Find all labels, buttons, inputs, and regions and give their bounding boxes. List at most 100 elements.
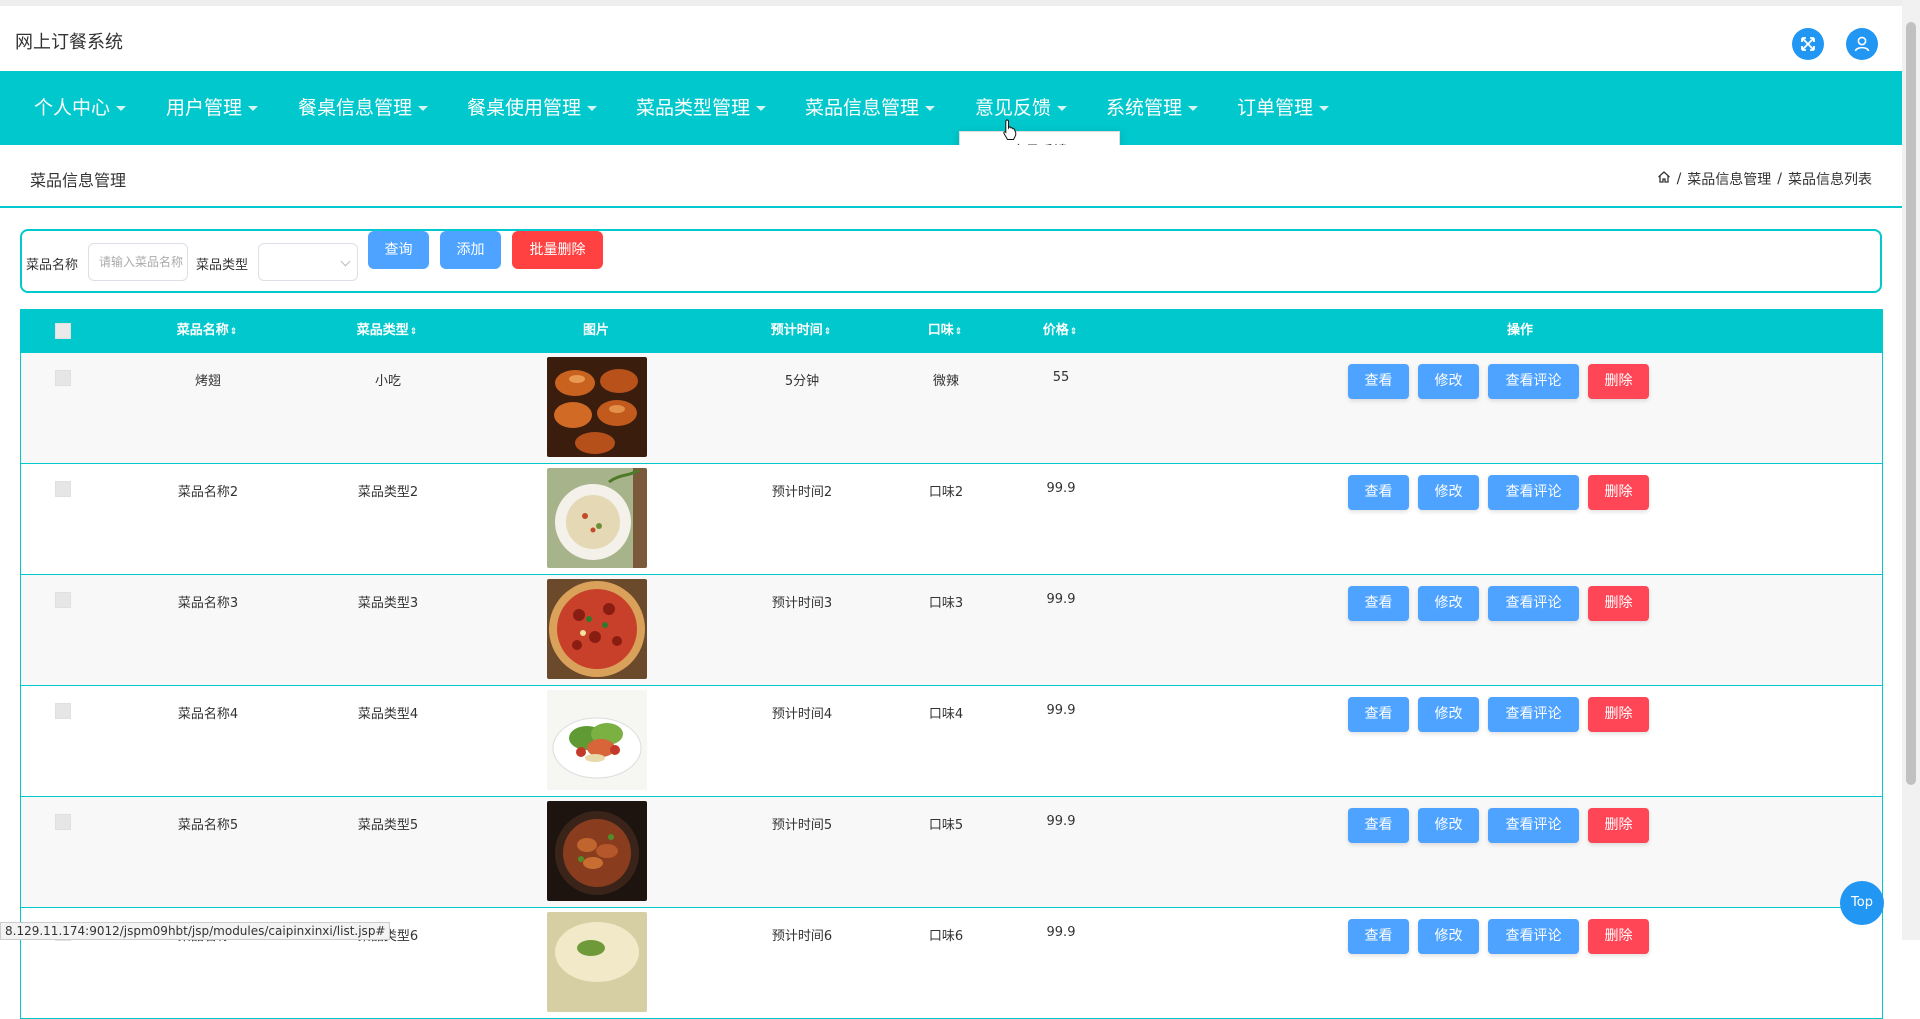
edit-button[interactable]: 修改 (1418, 919, 1479, 954)
delete-button[interactable]: 删除 (1588, 586, 1649, 621)
table-row: 菜品名称5 菜品类型5 预计时间5 口味5 99.9 查看 修改 查看评论 删除 (20, 797, 1883, 908)
nav-item-orders[interactable]: 订单管理 (1237, 71, 1330, 145)
nav-item-dish-type[interactable]: 菜品类型管理 (636, 71, 767, 145)
app-title: 网上订餐系统 (15, 32, 123, 53)
table-row: 菜品名称3 菜品类型3 预计时间3 口味3 99.9 查看 修改 查看评论 删除 (20, 575, 1883, 686)
dish-image-braised-dish (547, 801, 647, 901)
cell-type: 小吃 (374, 374, 401, 389)
nav-item-personal-center[interactable]: 个人中心 (34, 71, 127, 145)
cell-time: 预计时间6 (771, 929, 833, 944)
delete-button[interactable]: 删除 (1588, 808, 1649, 843)
view-comments-button[interactable]: 查看评论 (1488, 586, 1579, 621)
cell-type: 菜品类型4 (357, 707, 419, 722)
cell-taste: 口味4 (928, 707, 964, 722)
cell-name: 菜品名称5 (177, 818, 239, 833)
cell-time: 5分钟 (784, 374, 820, 389)
cell-taste: 口味6 (928, 929, 964, 944)
cell-name: 菜品名称3 (177, 596, 239, 611)
search-form: 菜品名称 请输入菜品名称 菜品类型 查询 添加 批量删除 (20, 229, 1882, 293)
view-comments-button[interactable]: 查看评论 (1488, 364, 1579, 399)
col-header-name[interactable]: 菜品名称⇕ (152, 309, 262, 353)
dish-image-soup (547, 468, 647, 568)
query-button[interactable]: 查询 (368, 231, 429, 269)
col-header-taste[interactable]: 口味⇕ (915, 309, 975, 353)
row-checkbox[interactable] (55, 592, 71, 608)
cell-taste: 口味5 (928, 818, 964, 833)
col-header-price[interactable]: 价格⇕ (1030, 309, 1090, 353)
view-comments-button[interactable]: 查看评论 (1488, 475, 1579, 510)
cell-taste: 口味3 (928, 596, 964, 611)
col-header-time[interactable]: 预计时间⇕ (746, 309, 856, 353)
cell-price: 99.9 (1046, 814, 1076, 829)
dish-type-label: 菜品类型 (196, 258, 249, 273)
expand-icon[interactable] (1792, 28, 1824, 60)
cell-type: 菜品类型5 (357, 818, 419, 833)
view-button[interactable]: 查看 (1348, 697, 1409, 732)
chevron-down-icon (340, 256, 351, 267)
cell-name: 菜品名称2 (177, 485, 239, 500)
col-header-image: 图片 (582, 323, 609, 338)
row-checkbox[interactable] (55, 481, 71, 497)
cell-name: 烤翅 (194, 374, 221, 389)
batch-delete-button[interactable]: 批量删除 (512, 231, 603, 269)
cell-price: 99.9 (1046, 592, 1076, 607)
dish-image-salad (547, 690, 647, 790)
dish-image-noodles (547, 912, 647, 1012)
dish-name-input[interactable]: 请输入菜品名称 (88, 243, 188, 281)
status-url: 8.129.11.174:9012/jspm09hbt/jsp/modules/… (0, 922, 391, 940)
home-icon[interactable] (1657, 170, 1671, 188)
edit-button[interactable]: 修改 (1418, 364, 1479, 399)
scrollbar-thumb[interactable] (1906, 22, 1916, 785)
user-icon[interactable] (1846, 28, 1878, 60)
row-checkbox[interactable] (55, 814, 71, 830)
view-comments-button[interactable]: 查看评论 (1488, 697, 1579, 732)
view-button[interactable]: 查看 (1348, 364, 1409, 399)
main-nav: 个人中心 用户管理 餐桌信息管理 餐桌使用管理 菜品类型管理 菜品信息管理 意见… (0, 71, 1902, 145)
breadcrumb: / 菜品信息管理 / 菜品信息列表 (1657, 169, 1872, 189)
top-header: 网上订餐系统 (0, 0, 1902, 71)
nav-item-table-info[interactable]: 餐桌信息管理 (298, 71, 429, 145)
breadcrumb-item: 菜品信息列表 (1788, 172, 1872, 188)
cell-price: 99.9 (1046, 925, 1076, 940)
add-button[interactable]: 添加 (440, 231, 501, 269)
cell-type: 菜品类型3 (357, 596, 419, 611)
col-header-type[interactable]: 菜品类型⇕ (332, 309, 442, 353)
delete-button[interactable]: 删除 (1588, 919, 1649, 954)
page-header: 菜品信息管理 / 菜品信息管理 / 菜品信息列表 (0, 145, 1902, 208)
nav-item-table-usage[interactable]: 餐桌使用管理 (467, 71, 598, 145)
row-checkbox[interactable] (55, 703, 71, 719)
back-to-top-button[interactable]: Top (1840, 881, 1884, 925)
delete-button[interactable]: 删除 (1588, 697, 1649, 732)
view-button[interactable]: 查看 (1348, 808, 1409, 843)
delete-button[interactable]: 删除 (1588, 475, 1649, 510)
view-button[interactable]: 查看 (1348, 919, 1409, 954)
cell-time: 预计时间3 (771, 596, 833, 611)
hand-cursor-icon (1002, 119, 1018, 145)
select-all-checkbox[interactable] (55, 323, 71, 339)
cell-taste: 口味2 (928, 485, 964, 500)
delete-button[interactable]: 删除 (1588, 364, 1649, 399)
nav-item-dish-info[interactable]: 菜品信息管理 (805, 71, 936, 145)
table-row: 烤翅 小吃 5分钟 微辣 55 查看 修改 查看评论 删除 (20, 353, 1883, 464)
dish-table: 菜品名称⇕ 菜品类型⇕ 图片 预计时间⇕ 口味⇕ 价格⇕ 操作 烤翅 小吃 5分钟 微辣 55… (20, 309, 1883, 1019)
cell-time: 预计时间2 (771, 485, 833, 500)
edit-button[interactable]: 修改 (1418, 697, 1479, 732)
view-button[interactable]: 查看 (1348, 475, 1409, 510)
cell-taste: 微辣 (932, 374, 959, 389)
cell-type: 菜品类型2 (357, 485, 419, 500)
dish-type-select[interactable] (258, 243, 358, 281)
edit-button[interactable]: 修改 (1418, 475, 1479, 510)
edit-button[interactable]: 修改 (1418, 808, 1479, 843)
table-row: 菜品名称4 菜品类型4 预计时间4 口味4 99.9 查看 修改 查看评论 删除 (20, 686, 1883, 797)
view-comments-button[interactable]: 查看评论 (1488, 808, 1579, 843)
cell-time: 预计时间5 (771, 818, 833, 833)
view-button[interactable]: 查看 (1348, 586, 1409, 621)
edit-button[interactable]: 修改 (1418, 586, 1479, 621)
nav-item-user-management[interactable]: 用户管理 (166, 71, 259, 145)
table-row: 菜品名称2 菜品类型2 预计时间2 口味2 99.9 查看 修改 查看评论 删除 (20, 464, 1883, 575)
cell-name: 菜品名称4 (177, 707, 239, 722)
scrollbar[interactable] (1902, 0, 1920, 940)
view-comments-button[interactable]: 查看评论 (1488, 919, 1579, 954)
row-checkbox[interactable] (55, 370, 71, 386)
breadcrumb-item[interactable]: 菜品信息管理 (1687, 169, 1771, 189)
